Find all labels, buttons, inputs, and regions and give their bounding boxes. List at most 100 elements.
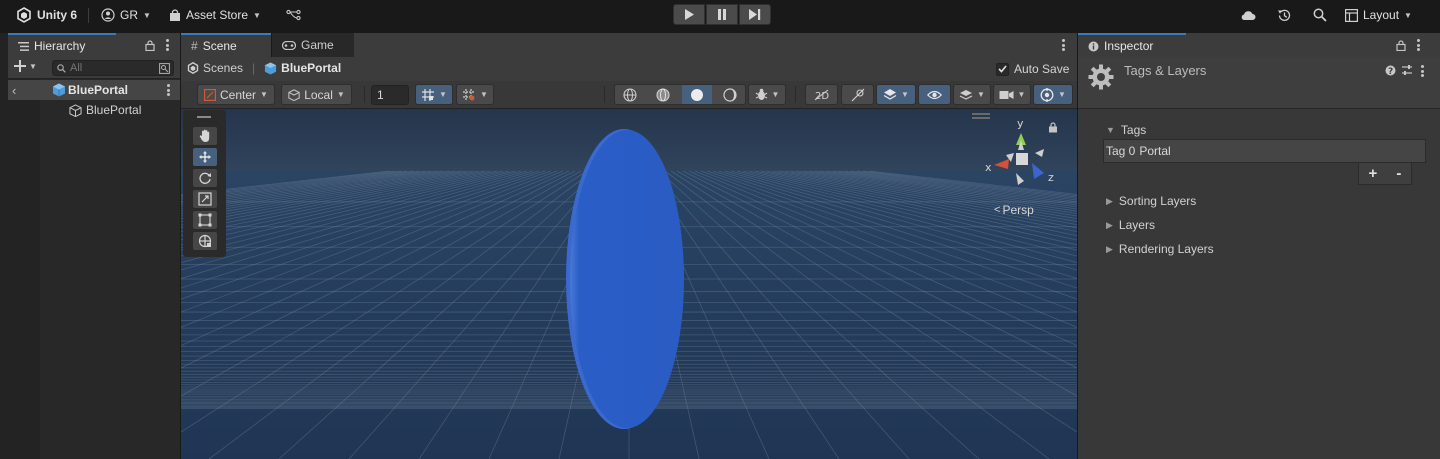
sorting-layers-foldout[interactable]: ▶ Sorting Layers — [1106, 194, 1196, 208]
shaded-wireframe-button[interactable] — [649, 85, 679, 104]
projection-toggle[interactable]: < Persp — [994, 203, 1034, 217]
tag-list-item[interactable]: Tag 0 Portal — [1103, 139, 1426, 163]
create-button[interactable]: ▼ — [14, 60, 37, 72]
tab-inspector[interactable]: Inspector — [1078, 33, 1186, 57]
hierarchy-search-input[interactable] — [70, 61, 158, 75]
section-label: Sorting Layers — [1118, 194, 1197, 208]
chevron-down-icon: ▼ — [977, 90, 985, 99]
pivot-rotation-label: Local — [304, 87, 333, 102]
inspector-header: Tags & Layers ? — [1078, 57, 1440, 109]
auto-save-toggle[interactable]: Auto Save — [996, 62, 1069, 76]
layout-icon — [1345, 8, 1358, 22]
unity-menu[interactable]: Unity 6 — [16, 0, 77, 30]
breadcrumb-current[interactable]: BluePortal — [281, 61, 341, 75]
pivot-center-icon — [204, 88, 217, 101]
scene-viewport[interactable] — [181, 109, 1077, 459]
wireframe-sphere-icon — [623, 87, 637, 102]
wireframe-shading-button[interactable] — [615, 85, 645, 104]
layout-label: Layout — [1363, 8, 1400, 22]
chevron-down-icon: ▼ — [1404, 10, 1412, 20]
lock-icon[interactable] — [1392, 36, 1410, 54]
pivot-rotation-dropdown[interactable]: Local ▼ — [281, 84, 352, 105]
gizmos-dropdown[interactable]: ▼ — [1033, 84, 1073, 105]
pivot-mode-dropdown[interactable]: Center ▼ — [197, 84, 275, 105]
hierarchy-search[interactable] — [52, 60, 174, 76]
list-item[interactable]: BluePortal — [8, 100, 180, 120]
unlit-button[interactable] — [716, 85, 746, 104]
asset-store-dropdown[interactable]: Asset Store ▼ — [169, 0, 261, 30]
cloud-icon[interactable] — [1239, 6, 1257, 24]
projection-label: Persp — [1002, 203, 1034, 217]
pause-button[interactable] — [706, 4, 738, 25]
checkbox[interactable] — [996, 62, 1009, 76]
gamepad-icon — [282, 40, 296, 50]
layout-dropdown[interactable]: Layout ▼ — [1345, 0, 1412, 30]
back-arrow-icon[interactable]: ‹ — [12, 83, 16, 98]
z-axis-cone[interactable] — [1032, 163, 1044, 179]
toggle-lighting-button[interactable] — [841, 84, 874, 105]
help-icon[interactable]: ? — [1385, 65, 1396, 76]
filter-icon[interactable] — [159, 62, 170, 74]
layers-dropdown[interactable]: ▼ — [953, 84, 991, 105]
rect-tool-button[interactable] — [193, 211, 217, 229]
breadcrumb-root[interactable]: Scenes — [203, 61, 243, 75]
search-icon[interactable] — [1311, 6, 1329, 24]
inspector-title: Tags & Layers — [1124, 63, 1207, 78]
scale-tool-button[interactable] — [193, 190, 217, 208]
add-tag-button[interactable]: + — [1369, 165, 1378, 182]
move-tool-button[interactable] — [193, 148, 217, 166]
chevron-down-icon: ▼ — [1017, 90, 1026, 99]
shaded-button[interactable] — [682, 85, 712, 104]
scene-more-icon[interactable] — [166, 84, 170, 96]
tab-label: Scene — [202, 39, 237, 53]
grid-size-field[interactable]: 1 — [371, 85, 409, 105]
presets-sliders-icon[interactable] — [1401, 64, 1413, 76]
tab-hierarchy[interactable]: Hierarchy — [8, 33, 116, 57]
tab-game[interactable]: Game — [272, 33, 354, 57]
lock-icon[interactable] — [141, 36, 159, 54]
view-tool-button[interactable] — [193, 127, 217, 145]
tags-foldout[interactable]: ▼ Tags — [1106, 123, 1146, 137]
gizmo-x-label: x — [985, 161, 992, 174]
rotate-tool-button[interactable] — [193, 169, 217, 187]
increment-snap-icon — [463, 88, 476, 101]
more-options-icon[interactable] — [1416, 39, 1420, 51]
remove-tag-button[interactable]: - — [1396, 165, 1401, 182]
effects-dropdown[interactable]: ▼ — [876, 84, 916, 105]
more-options-icon[interactable] — [1061, 39, 1065, 51]
grid-snap-icon — [422, 88, 435, 101]
scene-row[interactable]: ‹ BluePortal — [8, 80, 180, 100]
blue-portal-object[interactable] — [566, 129, 684, 429]
palette-handle[interactable] — [197, 116, 211, 118]
more-options-icon[interactable] — [165, 39, 169, 51]
version-control-icon[interactable] — [284, 6, 302, 24]
step-button[interactable] — [739, 4, 771, 25]
chevron-down-icon: ▼ — [901, 90, 909, 99]
x-axis-cone[interactable] — [994, 159, 1009, 169]
play-button[interactable] — [673, 4, 705, 25]
toggle-2d-button[interactable]: 2D — [805, 84, 838, 105]
increment-snap-toggle[interactable]: ▼ — [456, 84, 494, 105]
history-icon[interactable] — [1275, 6, 1293, 24]
account-dropdown[interactable]: GR ▼ — [101, 0, 151, 30]
gizmo-center-cube[interactable] — [1016, 153, 1028, 165]
debug-draw-dropdown[interactable]: ▼ — [748, 84, 786, 105]
rendering-layers-foldout[interactable]: ▶ Rendering Layers — [1106, 242, 1214, 256]
inspector-tabstrip: Inspector — [1078, 33, 1440, 57]
expanded-triangle-icon: ▼ — [1106, 125, 1115, 135]
grid-snap-toggle[interactable]: ▼ — [415, 84, 453, 105]
pause-icon — [718, 9, 726, 20]
camera-dropdown[interactable]: ▼ — [993, 84, 1031, 105]
tag-item-value: Portal — [1139, 144, 1171, 158]
scene-visibility-toggle[interactable] — [918, 84, 951, 105]
tab-scene[interactable]: # Scene — [181, 33, 271, 57]
hierarchy-gutter — [0, 57, 8, 459]
hand-icon — [199, 129, 210, 142]
gizmo-lock-icon[interactable] — [1048, 122, 1058, 133]
component-more-icon[interactable] — [1420, 65, 1424, 77]
2d-toggle-icon: 2D — [814, 89, 829, 101]
layers-foldout[interactable]: ▶ Layers — [1106, 218, 1155, 232]
hierarchy-panel: ▼ ‹ BluePortal BluePortal — [8, 57, 180, 459]
section-label: Layers — [1118, 218, 1155, 232]
transform-tool-button[interactable] — [193, 232, 217, 250]
